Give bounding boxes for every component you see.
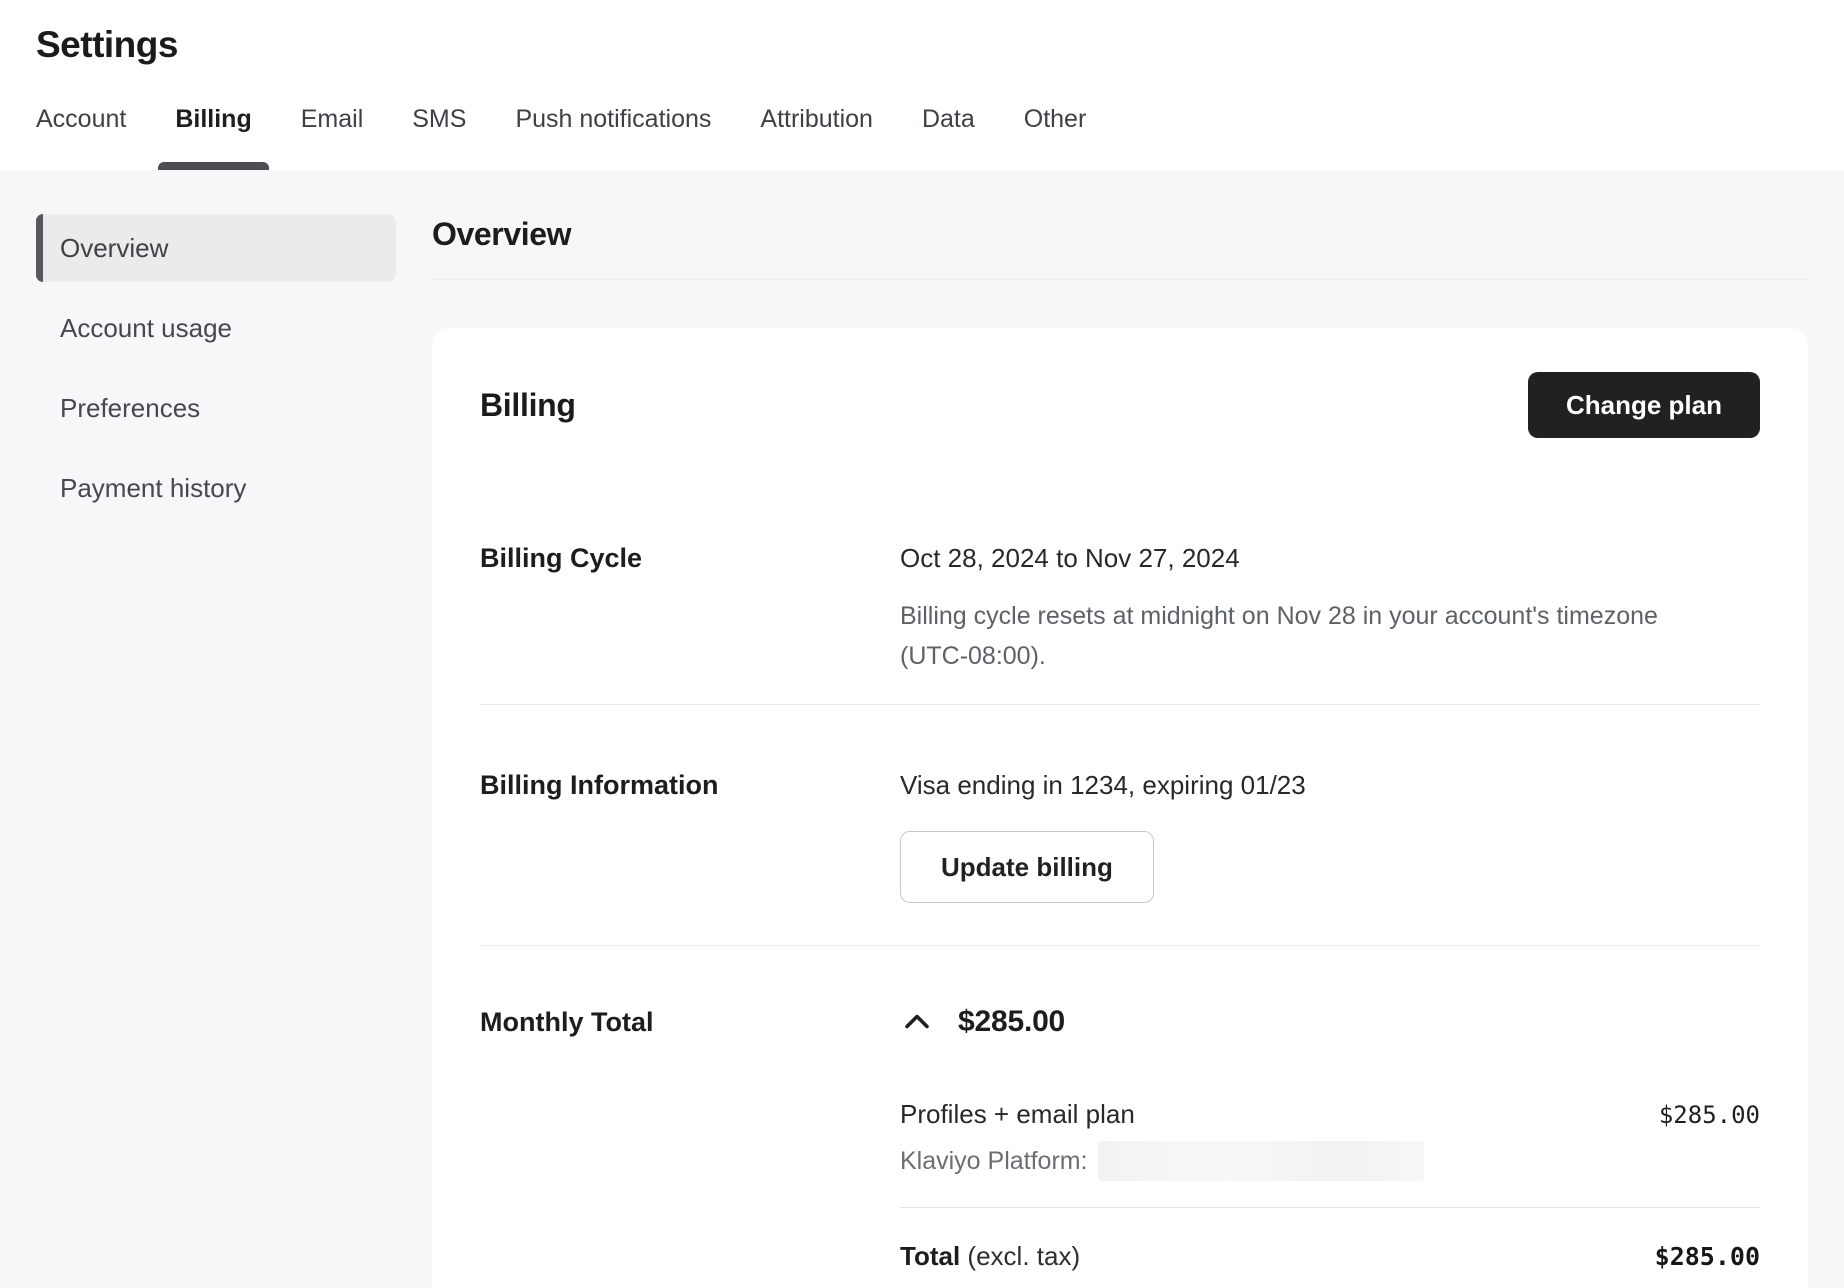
grand-total-amount: $285.00 xyxy=(1655,1239,1760,1275)
tab-billing[interactable]: Billing xyxy=(175,94,251,170)
sidebar-item-account-usage[interactable]: Account usage xyxy=(36,294,396,362)
update-billing-button[interactable]: Update billing xyxy=(900,831,1154,903)
settings-page: Settings Account Billing Email SMS Push … xyxy=(0,0,1844,1288)
tab-sms[interactable]: SMS xyxy=(412,94,466,170)
billing-information-row: Billing Information Visa ending in 1234,… xyxy=(480,705,1760,946)
line-item-name: Profiles + email plan xyxy=(900,1096,1135,1132)
payment-method-value: Visa ending in 1234, expiring 01/23 xyxy=(900,767,1760,803)
redacted-value xyxy=(1098,1141,1424,1181)
card-title: Billing xyxy=(480,387,576,424)
sidebar-item-label: Preferences xyxy=(60,393,200,424)
tab-push-notifications[interactable]: Push notifications xyxy=(515,94,711,170)
page-header: Settings Account Billing Email SMS Push … xyxy=(0,0,1844,170)
sidebar-item-overview[interactable]: Overview xyxy=(36,214,396,282)
billing-information-label: Billing Information xyxy=(480,767,900,803)
settings-tab-bar: Account Billing Email SMS Push notificat… xyxy=(36,94,1808,170)
collapse-breakdown-button[interactable] xyxy=(900,1005,934,1039)
sidebar-item-payment-history[interactable]: Payment history xyxy=(36,454,396,522)
billing-cycle-label: Billing Cycle xyxy=(480,540,900,576)
total-suffix: (excl. tax) xyxy=(967,1241,1080,1271)
billing-cycle-value: Oct 28, 2024 to Nov 27, 2024 xyxy=(900,540,1760,576)
main-panel: Overview Billing Change plan Billing Cyc… xyxy=(432,170,1808,1288)
tab-account[interactable]: Account xyxy=(36,94,126,170)
tab-data[interactable]: Data xyxy=(922,94,975,170)
monthly-total-row: Monthly Total $285.00 Profiles + emai xyxy=(480,946,1760,1275)
sidebar-item-label: Overview xyxy=(60,233,168,264)
monthly-total-header: $285.00 xyxy=(900,1004,1760,1040)
monthly-total-amount: $285.00 xyxy=(958,1004,1065,1040)
billing-card: Billing Change plan Billing Cycle Oct 28… xyxy=(432,328,1808,1288)
sidebar-item-label: Payment history xyxy=(60,473,246,504)
plan-line-item: Profiles + email plan $285.00 xyxy=(900,1096,1760,1133)
tab-other[interactable]: Other xyxy=(1024,94,1087,170)
grand-total-row: Total (excl. tax) $285.00 xyxy=(900,1208,1760,1275)
sidebar-item-preferences[interactable]: Preferences xyxy=(36,374,396,442)
total-label: Total xyxy=(900,1241,960,1271)
plan-detail-row: Klaviyo Platform: xyxy=(900,1141,1760,1181)
tab-email[interactable]: Email xyxy=(301,94,364,170)
content-area: Overview Account usage Preferences Payme… xyxy=(0,170,1844,1288)
line-item-amount: $285.00 xyxy=(1659,1097,1760,1133)
sidebar-item-label: Account usage xyxy=(60,313,232,344)
change-plan-button[interactable]: Change plan xyxy=(1528,372,1760,438)
billing-subnav: Overview Account usage Preferences Payme… xyxy=(36,214,396,534)
tab-attribution[interactable]: Attribution xyxy=(760,94,873,170)
chevron-up-icon xyxy=(900,1005,934,1039)
billing-cycle-helper-text: Billing cycle resets at midnight on Nov … xyxy=(900,596,1670,676)
section-heading: Overview xyxy=(432,216,1808,280)
monthly-total-label: Monthly Total xyxy=(480,1004,900,1040)
billing-card-header: Billing Change plan xyxy=(480,372,1760,438)
billing-cycle-row: Billing Cycle Oct 28, 2024 to Nov 27, 20… xyxy=(480,540,1760,705)
plan-detail-label: Klaviyo Platform: xyxy=(900,1143,1088,1179)
selected-accent-bar xyxy=(36,214,43,282)
page-title: Settings xyxy=(36,22,1808,68)
